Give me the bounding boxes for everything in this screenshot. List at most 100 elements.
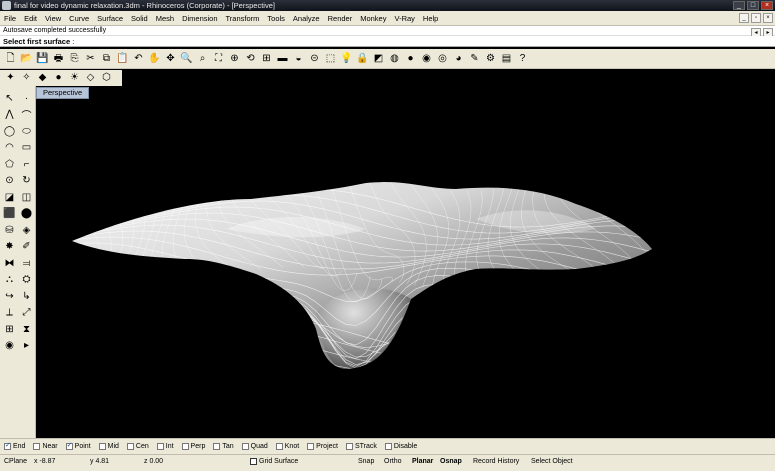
- vray-light-icon[interactable]: ☀: [67, 71, 82, 86]
- camera-icon[interactable]: ⊝: [307, 51, 322, 66]
- curve-icon[interactable]: ⌒: [18, 107, 35, 124]
- osnap-int[interactable]: Int: [156, 443, 174, 450]
- open-file-icon[interactable]: 📂: [19, 51, 34, 66]
- cplane-label[interactable]: CPlane: [4, 458, 27, 465]
- menu-vray[interactable]: V-Ray: [390, 14, 418, 23]
- paste-icon[interactable]: 📋: [115, 51, 130, 66]
- ortho-toggle[interactable]: Ortho: [384, 458, 402, 465]
- surface-loft-icon[interactable]: ◫: [18, 189, 35, 206]
- command-line[interactable]: Select first surface :: [0, 36, 775, 47]
- vray-render-icon[interactable]: ✦: [3, 71, 18, 86]
- cut-icon[interactable]: ✂: [83, 51, 98, 66]
- transform-icon[interactable]: ✸: [1, 239, 18, 256]
- fillet-curve-icon[interactable]: ⌐: [18, 156, 35, 173]
- cplane-icon[interactable]: ▬: [275, 51, 290, 66]
- osnap-strack[interactable]: STrack: [345, 443, 377, 450]
- color-wheel-icon[interactable]: ◍: [387, 51, 402, 66]
- select-icon[interactable]: ⬚: [323, 51, 338, 66]
- edit-point-icon[interactable]: ✐: [18, 239, 35, 256]
- analyze-icon[interactable]: ⤢: [18, 305, 35, 322]
- osnap-tan[interactable]: Tan: [213, 443, 234, 450]
- light-bulb-icon[interactable]: 💡: [339, 51, 354, 66]
- render-sphere-icon[interactable]: ●: [403, 51, 418, 66]
- osnap-point-checkbox[interactable]: [65, 441, 73, 450]
- dimension-icon[interactable]: ⟂: [1, 305, 18, 322]
- viewport-tab-perspective[interactable]: Perspective: [36, 87, 90, 99]
- osnap-near[interactable]: Near: [33, 443, 58, 450]
- options-gear-icon[interactable]: ⚙: [483, 51, 498, 66]
- arc-icon[interactable]: ◠: [1, 140, 18, 157]
- surface-corner-icon[interactable]: ◪: [1, 189, 18, 206]
- osnap-perp[interactable]: Perp: [181, 443, 205, 450]
- join-icon[interactable]: ⛭: [18, 272, 35, 289]
- named-view-icon[interactable]: ◒: [291, 51, 306, 66]
- menu-mesh[interactable]: Mesh: [152, 14, 178, 23]
- osnap-toggle[interactable]: Osnap: [440, 458, 462, 465]
- undo-icon[interactable]: ↶: [131, 51, 146, 66]
- osnap-quad[interactable]: Quad: [241, 443, 268, 450]
- vray-sphere-icon[interactable]: ●: [51, 71, 66, 86]
- menu-render[interactable]: Render: [324, 14, 357, 23]
- import-icon[interactable]: ⎘: [67, 51, 82, 66]
- zoom-extents-icon[interactable]: ⛶: [211, 51, 226, 66]
- polyline-icon[interactable]: ⋀: [1, 107, 18, 124]
- more-tools-icon[interactable]: ▸: [18, 338, 35, 355]
- render-icon[interactable]: ◉: [1, 338, 18, 355]
- rectangle-icon[interactable]: ▭: [18, 140, 35, 157]
- doc-minimize-button[interactable]: _: [739, 13, 749, 23]
- material-icon[interactable]: ◉: [419, 51, 434, 66]
- help-icon[interactable]: ?: [515, 51, 530, 66]
- osnap-near-checkbox[interactable]: [33, 443, 41, 450]
- zoom-icon[interactable]: 🔍: [179, 51, 194, 66]
- box-solid-icon[interactable]: ⬛: [1, 206, 18, 223]
- perspective-viewport[interactable]: [36, 99, 775, 438]
- menu-curve[interactable]: Curve: [65, 14, 93, 23]
- select-arrow-icon[interactable]: ↖: [1, 90, 18, 107]
- menu-surface[interactable]: Surface: [93, 14, 127, 23]
- osnap-tan-checkbox[interactable]: [213, 443, 221, 450]
- vray-frame-buffer-icon[interactable]: ◆: [35, 71, 50, 86]
- menu-help[interactable]: Help: [419, 14, 442, 23]
- osnap-project-checkbox[interactable]: [307, 443, 315, 450]
- polygon-icon[interactable]: ⬠: [1, 156, 18, 173]
- vray-proxy-icon[interactable]: ◇: [83, 71, 98, 86]
- osnap-knot[interactable]: Knot: [275, 443, 299, 450]
- print-icon[interactable]: 🖶: [51, 51, 66, 66]
- properties-icon[interactable]: ✎: [467, 51, 482, 66]
- new-file-icon[interactable]: 🗋: [3, 51, 18, 66]
- sphere-solid-icon[interactable]: ⬤: [18, 206, 35, 223]
- menu-dimension[interactable]: Dimension: [178, 14, 221, 23]
- menu-solid[interactable]: Solid: [127, 14, 152, 23]
- vray-fur-icon[interactable]: ⬡: [99, 71, 114, 86]
- rotate-view-icon[interactable]: ⟲: [243, 51, 258, 66]
- zoom-selected-icon[interactable]: ⊕: [227, 51, 242, 66]
- render-preview-icon[interactable]: ◕: [451, 51, 466, 66]
- save-icon[interactable]: 💾: [35, 51, 50, 66]
- osnap-int-checkbox[interactable]: [156, 443, 164, 450]
- lock-icon[interactable]: 🔒: [355, 51, 370, 66]
- planar-toggle[interactable]: Planar: [412, 458, 433, 465]
- four-viewports-icon[interactable]: ⊞: [259, 51, 274, 66]
- menu-edit[interactable]: Edit: [20, 14, 41, 23]
- curve-tools-icon[interactable]: ↻: [18, 173, 35, 190]
- circle-icon[interactable]: ◯: [1, 123, 18, 140]
- snap-toggle[interactable]: Snap: [358, 458, 374, 465]
- toolbar-layout-icon[interactable]: ▤: [499, 51, 514, 66]
- menu-file[interactable]: File: [0, 14, 20, 23]
- osnap-project[interactable]: Project: [307, 443, 338, 450]
- point-icon[interactable]: ·: [18, 90, 35, 107]
- osnap-end-checkbox[interactable]: [4, 441, 11, 450]
- osnap-disable[interactable]: Disable: [384, 443, 417, 450]
- menu-transform[interactable]: Transform: [222, 14, 264, 23]
- menu-monkey[interactable]: Monkey: [356, 14, 390, 23]
- menu-analyze[interactable]: Analyze: [289, 14, 324, 23]
- osnap-cen-checkbox[interactable]: [126, 443, 134, 450]
- layer-icon[interactable]: ◩: [371, 51, 386, 66]
- split-icon[interactable]: ⫤: [18, 255, 35, 272]
- osnap-quad-checkbox[interactable]: [241, 443, 249, 450]
- osnap-end[interactable]: End: [4, 441, 25, 450]
- osnap-strack-checkbox[interactable]: [345, 443, 353, 450]
- curve-offset-icon[interactable]: ⊙: [1, 173, 18, 190]
- pan-hand-icon[interactable]: ✋: [147, 51, 162, 66]
- doc-restore-button[interactable]: ▫: [751, 13, 761, 23]
